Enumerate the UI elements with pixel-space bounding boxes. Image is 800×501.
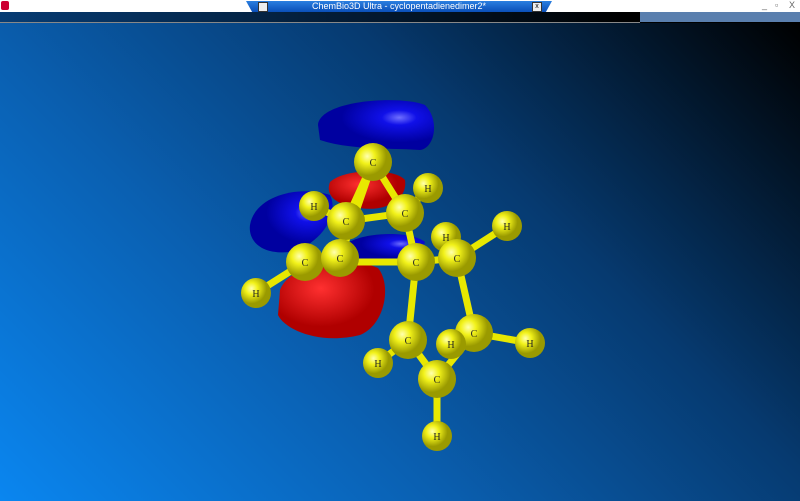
hydrogen-atom[interactable]: H (299, 191, 329, 221)
atom-label: H (374, 359, 381, 370)
atom-label: H (433, 432, 440, 443)
atom-label: C (405, 336, 412, 347)
orbital-lobe-negative (318, 100, 435, 150)
molecule-model[interactable]: CHHCCHHC CC CHCCH HHCH (0, 0, 800, 501)
atom-label: C (370, 158, 377, 169)
atom-label: C (413, 258, 420, 269)
atom-label: H (503, 222, 510, 233)
atom-label: H (447, 340, 454, 351)
hydrogen-atom[interactable]: H (363, 348, 393, 378)
atom-label: C (402, 209, 409, 220)
hydrogen-atom[interactable]: H (492, 211, 522, 241)
atom-label: H (424, 184, 431, 195)
carbon-atom[interactable]: C (386, 194, 424, 232)
carbon-atom[interactable]: C (397, 243, 435, 281)
carbon-atom[interactable]: C (327, 202, 365, 240)
atom-label: C (454, 254, 461, 265)
carbon-atom[interactable]: C (321, 239, 359, 277)
hydrogen-atom[interactable]: H (413, 173, 443, 203)
atom-label: C (343, 217, 350, 228)
hydrogen-atom[interactable]: H (515, 328, 545, 358)
atom-label: H (526, 339, 533, 350)
atom-label: C (434, 375, 441, 386)
atom-label: C (302, 258, 309, 269)
carbon-atom[interactable]: C (389, 321, 427, 359)
atom-label: H (310, 202, 317, 213)
carbon-atom[interactable]: C (354, 143, 392, 181)
carbon-atom[interactable]: C (418, 360, 456, 398)
hydrogen-atom[interactable]: H (241, 278, 271, 308)
hydrogen-atom[interactable]: H (422, 421, 452, 451)
atom-label: H (252, 289, 259, 300)
atom-label: C (337, 254, 344, 265)
carbon-atom[interactable]: C (286, 243, 324, 281)
atom-label: C (471, 329, 478, 340)
hydrogen-atom[interactable]: H (436, 329, 466, 359)
carbon-atom[interactable]: C (438, 239, 476, 277)
